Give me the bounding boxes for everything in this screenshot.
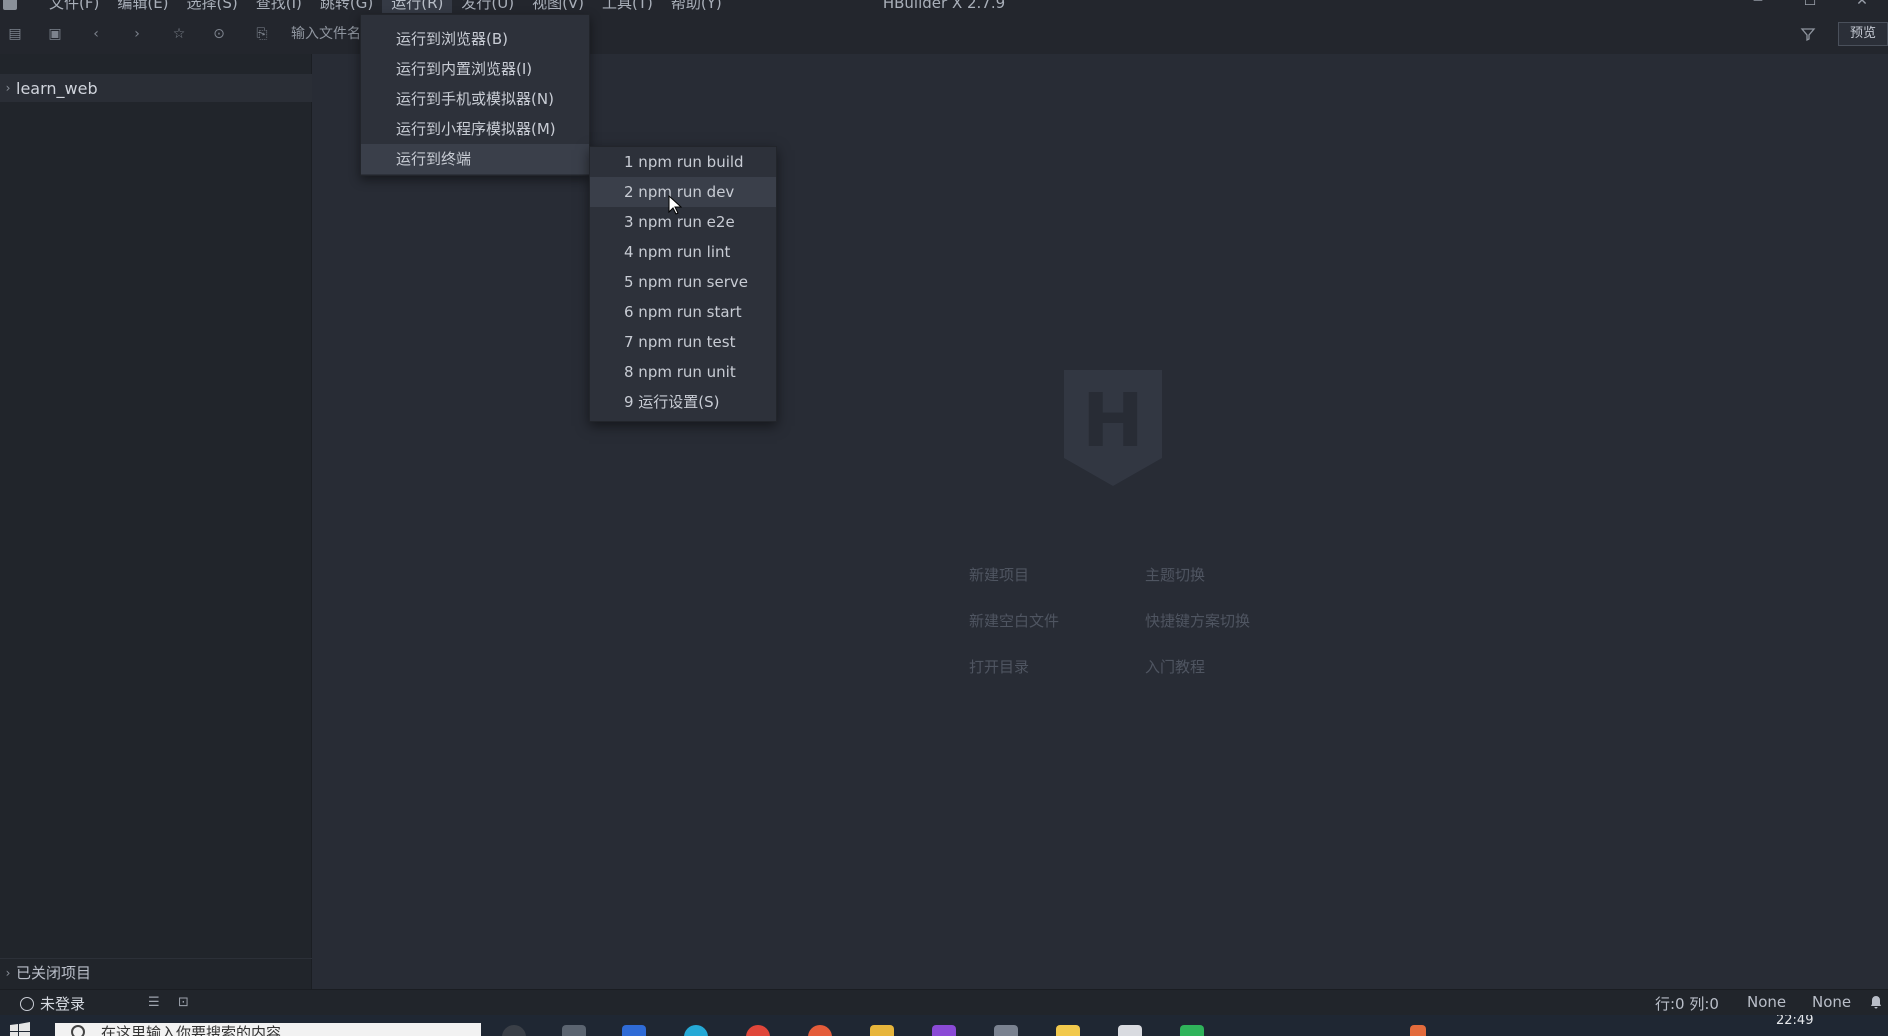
terminal-submenu: 1 npm run build 2 npm run dev 3 npm run … bbox=[589, 146, 777, 422]
close-icon[interactable]: ✕ bbox=[1836, 0, 1888, 12]
encoding-status[interactable]: None bbox=[1747, 993, 1786, 1011]
mouse-cursor-icon bbox=[668, 195, 682, 215]
syntax-status[interactable]: None bbox=[1812, 993, 1851, 1011]
task-view-icon[interactable] bbox=[562, 1025, 586, 1036]
menu-bar: 文件(F) 编辑(E) 选择(S) 查找(I) 跳转(G) 运行(R) 发行(U… bbox=[40, 0, 731, 13]
maximize-icon[interactable]: ☐ bbox=[1784, 0, 1836, 12]
terminal-icon[interactable]: ⊡ bbox=[178, 995, 194, 1011]
menu-help[interactable]: 帮助(Y) bbox=[662, 0, 731, 13]
menu-select[interactable]: 选择(S) bbox=[178, 0, 247, 13]
npm-run-build-item[interactable]: 1 npm run build bbox=[590, 147, 776, 177]
run-to-phone-item[interactable]: 运行到手机或模拟器(N) bbox=[361, 84, 589, 114]
menu-edit[interactable]: 编辑(E) bbox=[108, 0, 177, 13]
tray-app-icon[interactable] bbox=[1410, 1025, 1426, 1036]
title-bar: HBuilder X 2.7.9 文件(F) 编辑(E) 选择(S) 查找(I)… bbox=[0, 0, 1888, 14]
run-to-browser-item[interactable]: 运行到浏览器(B) bbox=[361, 24, 589, 54]
star-icon[interactable]: ☆ bbox=[171, 26, 187, 42]
forward-icon[interactable]: › bbox=[129, 26, 145, 42]
run-settings-item[interactable]: 9 运行设置(S) bbox=[590, 387, 776, 417]
project-name: learn_web bbox=[16, 78, 98, 98]
window-controls: ─ ☐ ✕ bbox=[1732, 0, 1888, 12]
menu-goto[interactable]: 跳转(G) bbox=[311, 0, 382, 13]
new-file-icon[interactable]: ▤ bbox=[7, 26, 23, 42]
project-tree-item[interactable]: › learn_web bbox=[0, 74, 312, 102]
hbuilder-watermark-icon: H bbox=[1064, 370, 1162, 486]
outline-icon[interactable]: ☰ bbox=[148, 995, 164, 1011]
app-icon[interactable] bbox=[808, 1025, 832, 1036]
open-directory-link[interactable]: 打开目录 bbox=[969, 656, 1029, 677]
browser-icon[interactable] bbox=[684, 1025, 708, 1036]
preview-file-icon[interactable]: ⎘ bbox=[254, 26, 270, 42]
theme-switch-link[interactable]: 主题切换 bbox=[1145, 564, 1205, 585]
chevron-right-icon[interactable]: › bbox=[0, 966, 16, 980]
run-to-builtin-browser-item[interactable]: 运行到内置浏览器(I) bbox=[361, 54, 589, 84]
app-icon[interactable] bbox=[1118, 1025, 1142, 1036]
preview-button[interactable]: 预览 bbox=[1838, 22, 1888, 46]
cursor-position: 行:0 列:0 bbox=[1655, 995, 1719, 1013]
run-icon[interactable]: ⊙ bbox=[211, 26, 227, 42]
save-icon[interactable]: ▣ bbox=[47, 26, 63, 42]
taskbar-search-input[interactable]: 在这里输入你要搜索的内容 bbox=[55, 1023, 481, 1036]
taskbar-search-placeholder: 在这里输入你要搜索的内容 bbox=[101, 1024, 282, 1036]
closed-projects-label: 已关闭项目 bbox=[16, 964, 92, 982]
new-project-link[interactable]: 新建项目 bbox=[969, 564, 1029, 585]
status-bar: 未登录 ☰ ⊡ 行:0 列:0 None None bbox=[0, 989, 1888, 1015]
toolbar: ▤ ▣ ‹ › ☆ ⊙ ⎘ 输入文件名 预览 bbox=[0, 14, 1888, 54]
menu-file[interactable]: 文件(F) bbox=[40, 0, 108, 13]
app-icon[interactable] bbox=[1056, 1025, 1080, 1036]
npm-run-serve-item[interactable]: 5 npm run serve bbox=[590, 267, 776, 297]
clock[interactable]: 22:49 bbox=[1776, 1015, 1813, 1028]
back-icon[interactable]: ‹ bbox=[88, 26, 104, 42]
menu-run[interactable]: 运行(R) bbox=[382, 0, 453, 13]
app-icon[interactable] bbox=[622, 1025, 646, 1036]
menu-find[interactable]: 查找(I) bbox=[247, 0, 311, 13]
tutorial-link[interactable]: 入门教程 bbox=[1145, 656, 1205, 677]
run-to-miniprogram-item[interactable]: 运行到小程序模拟器(M) bbox=[361, 114, 589, 144]
keymap-switch-link[interactable]: 快捷键方案切换 bbox=[1145, 610, 1250, 631]
file-search-input[interactable]: 输入文件名 bbox=[291, 26, 361, 42]
filter-icon[interactable] bbox=[1800, 26, 1816, 42]
npm-run-test-item[interactable]: 7 npm run test bbox=[590, 327, 776, 357]
closed-projects-section[interactable]: › 已关闭项目 bbox=[0, 958, 312, 986]
run-menu-dropdown: 运行到浏览器(B) 运行到内置浏览器(I) 运行到手机或模拟器(N) 运行到小程… bbox=[360, 14, 590, 176]
search-icon bbox=[71, 1025, 85, 1036]
chevron-right-icon[interactable]: › bbox=[0, 81, 16, 95]
project-sidebar: › learn_web › 已关闭项目 bbox=[0, 54, 312, 989]
run-to-terminal-item[interactable]: 运行到终端 bbox=[361, 144, 589, 174]
npm-run-dev-item[interactable]: 2 npm run dev bbox=[590, 177, 776, 207]
folder-icon[interactable] bbox=[870, 1025, 894, 1036]
npm-run-e2e-item[interactable]: 3 npm run e2e bbox=[590, 207, 776, 237]
menu-view[interactable]: 视图(V) bbox=[523, 0, 593, 13]
cortana-icon[interactable] bbox=[502, 1025, 526, 1036]
npm-run-start-item[interactable]: 6 npm run start bbox=[590, 297, 776, 327]
bell-icon[interactable] bbox=[1870, 995, 1884, 1009]
menu-publish[interactable]: 发行(U) bbox=[452, 0, 523, 13]
chrome-icon[interactable] bbox=[746, 1025, 770, 1036]
menu-tools[interactable]: 工具(T) bbox=[593, 0, 662, 13]
login-status[interactable]: 未登录 bbox=[20, 993, 85, 1014]
app-icon[interactable] bbox=[932, 1025, 956, 1036]
login-status-label: 未登录 bbox=[40, 995, 86, 1013]
windows-taskbar: 在这里输入你要搜索的内容 22:49 bbox=[0, 1015, 1888, 1036]
windows-start-icon[interactable] bbox=[10, 1022, 30, 1036]
app-icon[interactable] bbox=[994, 1025, 1018, 1036]
new-blank-file-link[interactable]: 新建空白文件 bbox=[969, 610, 1059, 631]
minimize-icon[interactable]: ─ bbox=[1732, 0, 1784, 12]
user-icon bbox=[20, 996, 34, 1011]
logo-letter: H bbox=[1082, 378, 1144, 464]
hbuilder-taskbar-icon[interactable] bbox=[1180, 1025, 1204, 1036]
npm-run-lint-item[interactable]: 4 npm run lint bbox=[590, 237, 776, 267]
npm-run-unit-item[interactable]: 8 npm run unit bbox=[590, 357, 776, 387]
